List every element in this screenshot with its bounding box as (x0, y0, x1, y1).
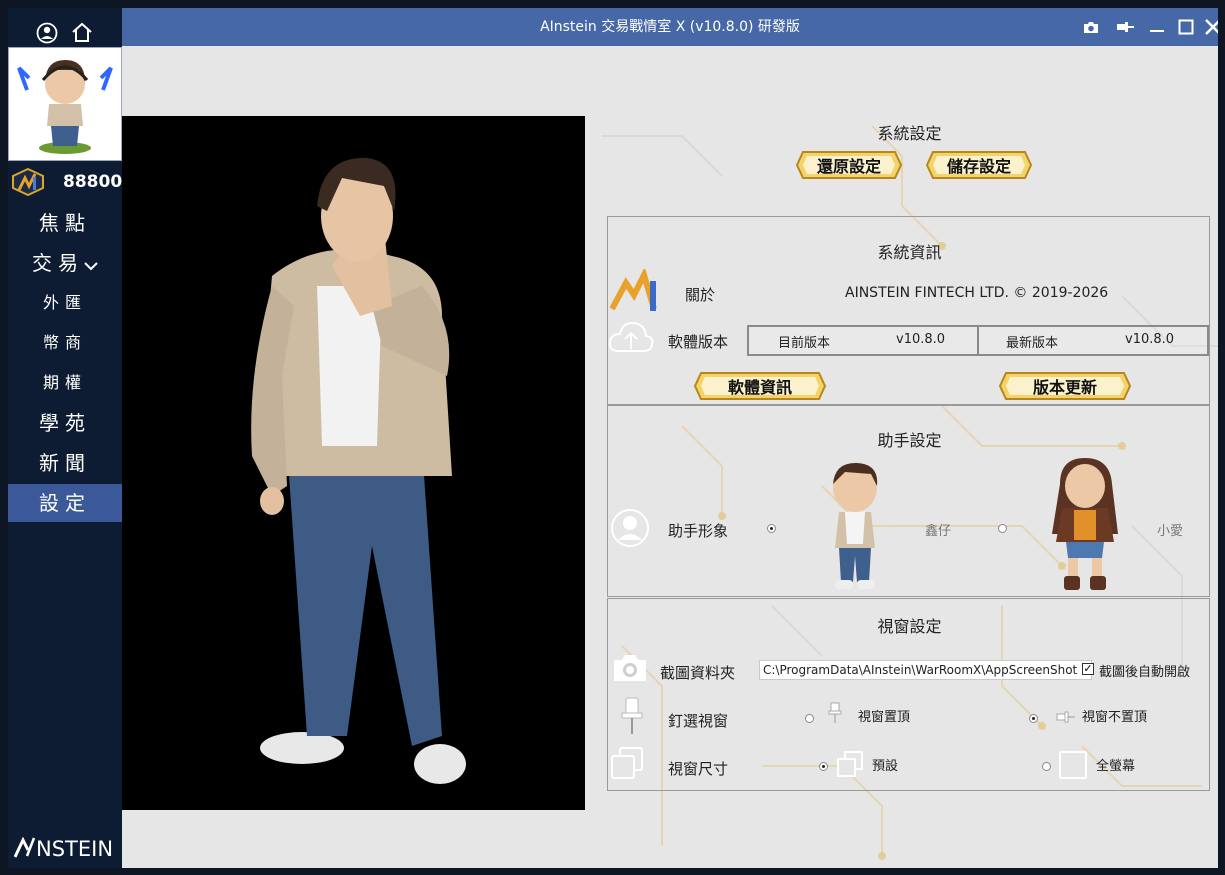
auto-open-checkbox[interactable]: ✓ (1082, 663, 1094, 675)
latest-version-value: v10.8.0 (1125, 332, 1175, 347)
screenshot-folder-label: 截圖資料夾 (660, 664, 736, 682)
nav-item-academy[interactable]: 學苑 (8, 404, 122, 442)
size-default-radio[interactable] (819, 762, 828, 771)
user-avatar[interactable] (8, 47, 122, 161)
ainstein-logo-icon (609, 266, 658, 313)
male-chibi-image (825, 460, 885, 595)
system-info-title: 系統資訊 (877, 243, 942, 262)
nav-item-options[interactable]: 期權 (8, 364, 122, 402)
software-info-label: 軟體資訊 (727, 378, 792, 397)
nav-item-trading[interactable]: 交易 (8, 244, 122, 282)
avatar-female-label: 小愛 (1157, 524, 1184, 539)
user-account-icon[interactable] (36, 22, 58, 44)
current-version-value: v10.8.0 (896, 332, 946, 347)
sidebar: 88800 焦點 交易 外匯 幣商 期權 學苑 新聞 設定 NSTEIN (8, 8, 122, 868)
save-settings-button[interactable]: 儲存設定 (925, 150, 1033, 180)
current-version-label: 目前版本 (778, 336, 831, 351)
avatar-male-label: 鑫仔 (925, 524, 952, 539)
size-fullscreen-radio[interactable] (1042, 762, 1051, 771)
screenshot-camera-icon[interactable] (1074, 8, 1108, 46)
points-display: 88800 (8, 167, 123, 197)
pin-none-radio[interactable] (1029, 714, 1038, 723)
points-badge-icon (11, 167, 45, 197)
ainstein-logo: NSTEIN (13, 836, 114, 863)
size-default-label: 預設 (872, 759, 899, 774)
user-avatar-icon (610, 508, 650, 548)
nav-item-forex[interactable]: 外匯 (8, 284, 122, 322)
software-version-label: 軟體版本 (668, 333, 729, 351)
assistant-avatar-label: 助手形象 (668, 522, 729, 540)
version-update-label: 版本更新 (1032, 378, 1097, 397)
pin-window-icon[interactable] (1108, 8, 1142, 46)
screenshot-path-input[interactable] (759, 660, 1092, 680)
chevron-down-icon (84, 247, 98, 285)
restore-settings-button[interactable]: 還原設定 (795, 150, 903, 180)
pin-top-radio[interactable] (805, 714, 814, 723)
latest-version-label: 最新版本 (1006, 336, 1059, 351)
camera-icon (610, 652, 650, 684)
version-update-button[interactable]: 版本更新 (998, 371, 1132, 401)
pin-window-label: 釘選視窗 (668, 712, 729, 730)
pin-none-label: 視窗不置頂 (1082, 710, 1148, 725)
window-size-label: 視窗尺寸 (668, 760, 729, 778)
nav-item-crypto[interactable]: 幣商 (8, 324, 122, 362)
ainstein-logo-text: NSTEIN (36, 837, 114, 861)
title-bar: AInstein 交易戰情室 X (v10.8.0) 研發版 (122, 8, 1218, 46)
pin-top-icon (828, 702, 842, 724)
cloud-upload-icon (608, 319, 654, 355)
window-settings-title: 視窗設定 (877, 617, 942, 636)
assistant-settings-title: 助手設定 (877, 431, 942, 450)
assistant-portrait (122, 116, 585, 810)
settings-page: 系統設定 還原設定 儲存設定 系統資訊 關於 AINSTEIN FINTECH … (122, 46, 1218, 868)
home-icon[interactable] (70, 21, 94, 43)
points-value: 88800 (63, 172, 123, 192)
sidebar-top (8, 8, 122, 46)
app-window: 系統設定 還原設定 儲存設定 系統資訊 關於 AINSTEIN FINTECH … (8, 8, 1218, 868)
save-settings-label: 儲存設定 (946, 157, 1011, 176)
close-icon[interactable] (1196, 8, 1218, 46)
avatar-female-radio[interactable] (998, 524, 1007, 533)
pin-top-label: 視窗置頂 (858, 710, 911, 725)
nav-item-news[interactable]: 新聞 (8, 444, 122, 482)
size-fullscreen-label: 全螢幕 (1096, 759, 1136, 774)
nav-item-settings[interactable]: 設定 (8, 484, 122, 522)
pin-icon (620, 696, 644, 736)
auto-open-label: 截圖後自動開啟 (1099, 665, 1191, 680)
ainstein-logo-mark-icon (13, 836, 36, 863)
about-label: 關於 (685, 286, 716, 304)
female-chibi-image (1040, 454, 1130, 594)
window-size-icon (610, 746, 644, 780)
restore-settings-label: 還原設定 (816, 157, 881, 176)
window-title: AInstein 交易戰情室 X (v10.8.0) 研發版 (540, 19, 800, 35)
nav-item-trading-label: 交易 (32, 251, 84, 275)
avatar-male-radio[interactable] (767, 524, 776, 533)
pin-none-icon (1056, 708, 1076, 723)
size-default-icon (836, 750, 864, 778)
system-settings-title: 系統設定 (877, 124, 942, 143)
nav-item-focus[interactable]: 焦點 (8, 204, 122, 242)
fullscreen-icon (1059, 751, 1087, 779)
software-info-button[interactable]: 軟體資訊 (693, 371, 827, 401)
copyright-text: AINSTEIN FINTECH LTD. © 2019-2026 (845, 285, 1109, 301)
